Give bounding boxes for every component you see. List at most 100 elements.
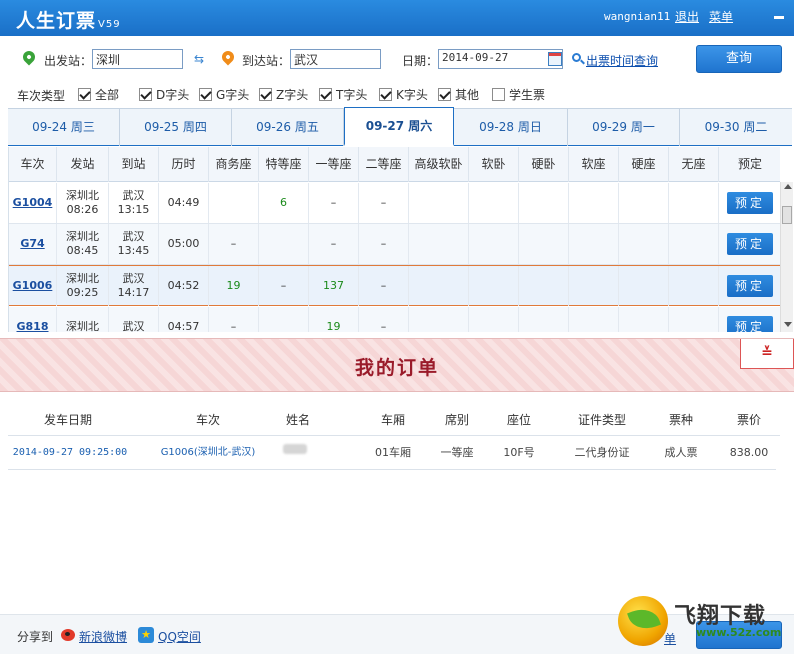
column-header: 车次 (9, 147, 57, 182)
watermark-logo-icon (618, 596, 668, 646)
book-button[interactable]: 预定 (727, 192, 773, 214)
order-class: 一等座 (440, 446, 474, 459)
train-row[interactable]: G74 深圳北 08:45 武汉 13:45 05:00 – – – 预定 (9, 224, 780, 265)
swap-icon[interactable]: ⇆ (194, 53, 208, 65)
seat-cell (209, 183, 259, 223)
share-qzone-link[interactable]: QQ空间 (158, 628, 201, 645)
tab-date[interactable]: 09-28 周日 (454, 109, 568, 146)
seat-cell: – (259, 266, 309, 306)
arrival-cell: 武汉 (109, 307, 159, 332)
checkbox-checked[interactable] (78, 88, 91, 101)
arrival-cell: 武汉 13:45 (109, 224, 159, 264)
seat-cell (469, 307, 519, 332)
to-station-input[interactable]: 武汉 (290, 49, 381, 69)
checkbox-checked[interactable] (199, 88, 212, 101)
checkbox-checked[interactable] (379, 88, 392, 101)
from-label: 出发站： (44, 54, 93, 68)
seat-cell (619, 266, 669, 306)
checkbox-checked[interactable] (139, 88, 152, 101)
date-input[interactable]: 2014-09-27 (438, 49, 563, 69)
location-pin-icon (219, 48, 237, 66)
tab-date-active[interactable]: 09-27 周六 (344, 107, 454, 146)
ticket-time-query-link[interactable]: 出票时间查询 (586, 52, 658, 69)
departure-cell: 深圳北 08:45 (57, 224, 109, 264)
seat-cell (259, 307, 309, 332)
book-button[interactable]: 预定 (727, 316, 773, 332)
column-header: 硬座 (619, 147, 669, 182)
train-row-selected[interactable]: G1006 深圳北 09:25 武汉 14:17 04:52 19 – 137 – … (9, 265, 780, 306)
checkbox-checked[interactable] (319, 88, 332, 101)
arrival-cell: 武汉 14:17 (109, 266, 159, 306)
collapse-chevron-icon[interactable]: ≚ (740, 339, 794, 369)
date-tabs: 09-24 周三 09-25 周四 09-26 周五 09-27 周六 09-2… (8, 107, 792, 146)
table-scrollbar[interactable] (780, 182, 793, 332)
share-label: 分享到 (17, 630, 54, 644)
seat-cell (409, 183, 469, 223)
share-weibo-link[interactable]: 新浪微博 (79, 628, 127, 645)
column-header: 历时 (159, 147, 209, 182)
filter-g[interactable]: G字头 (199, 86, 249, 103)
menu-link[interactable]: 菜单 (709, 8, 733, 25)
scroll-thumb[interactable] (782, 206, 792, 224)
book-button[interactable]: 预定 (727, 275, 773, 297)
train-row[interactable]: G1004 深圳北 08:26 武汉 13:15 04:49 6 – – 预定 (9, 183, 780, 224)
duration-cell: 04:49 (159, 183, 209, 223)
filter-t[interactable]: T字头 (319, 86, 367, 103)
column-header: 软卧 (469, 147, 519, 182)
tab-date[interactable]: 09-26 周五 (232, 109, 344, 146)
duration-cell: 05:00 (159, 224, 209, 264)
scroll-up-icon[interactable] (784, 184, 792, 189)
column-header: 软座 (569, 147, 619, 182)
seat-cell (469, 183, 519, 223)
tab-date[interactable]: 09-29 周一 (568, 109, 680, 146)
seat-cell (409, 224, 469, 264)
seat-cell: – (309, 224, 359, 264)
from-station-input[interactable]: 深圳 (92, 49, 183, 69)
logout-link[interactable]: 退出 (675, 8, 699, 25)
train-row[interactable]: G818 深圳北 武汉 04:57 – 19 – 预定 (9, 307, 780, 332)
train-number-link[interactable]: G74 (20, 237, 44, 251)
column-header: 发车日期 (43, 413, 92, 427)
column-header: 发站 (57, 147, 109, 182)
seat-cell: – (309, 183, 359, 223)
weibo-icon[interactable] (61, 629, 75, 641)
qzone-icon[interactable]: ★ (138, 627, 154, 643)
filter-all[interactable]: 全部 (78, 86, 119, 103)
checkbox-unchecked[interactable] (492, 88, 505, 101)
train-number-link[interactable]: G1006 (13, 279, 53, 293)
column-header: 商务座 (209, 147, 259, 182)
checkbox-checked[interactable] (259, 88, 272, 101)
tab-date[interactable]: 09-25 周四 (120, 109, 232, 146)
seat-cell (519, 307, 569, 332)
checkbox-checked[interactable] (438, 88, 451, 101)
query-button[interactable]: 查询 (696, 45, 782, 73)
train-number-link[interactable]: G818 (17, 320, 49, 332)
tab-date[interactable]: 09-24 周三 (8, 109, 120, 146)
filter-other[interactable]: 其他 (438, 86, 479, 103)
column-header: 预定 (737, 157, 762, 171)
app-version: V59 (98, 19, 121, 30)
column-header: 高级软卧 (409, 147, 469, 182)
seat-cell (669, 183, 719, 223)
app-title: 人生订票 V59 (16, 10, 121, 32)
filter-z[interactable]: Z字头 (259, 86, 308, 103)
to-label: 到达站： (242, 54, 291, 68)
book-button[interactable]: 预定 (727, 233, 773, 255)
seat-cell: 19 (209, 266, 259, 306)
seat-cell (259, 224, 309, 264)
filter-k[interactable]: K字头 (379, 86, 428, 103)
minimize-icon[interactable] (771, 6, 787, 22)
order-row[interactable]: 2014-09-27 09:25:00 G1006(深圳北-武汉) 01车厢 一… (8, 436, 776, 470)
watermark-logo: 飞翔下载 www.52z.com (618, 592, 790, 648)
duration-cell: 04:57 (159, 307, 209, 332)
filter-d[interactable]: D字头 (139, 86, 189, 103)
seat-cell (409, 266, 469, 306)
scroll-down-icon[interactable] (784, 322, 792, 327)
train-number-link[interactable]: G1004 (13, 196, 53, 210)
order-car: 01车厢 (375, 446, 411, 459)
tab-date[interactable]: 09-30 周二 (680, 109, 792, 146)
redacted-name-blur (283, 444, 307, 454)
filter-student[interactable]: 学生票 (492, 86, 545, 103)
order-train: G1006(深圳北-武汉) (160, 447, 256, 458)
calendar-icon[interactable] (548, 52, 562, 66)
